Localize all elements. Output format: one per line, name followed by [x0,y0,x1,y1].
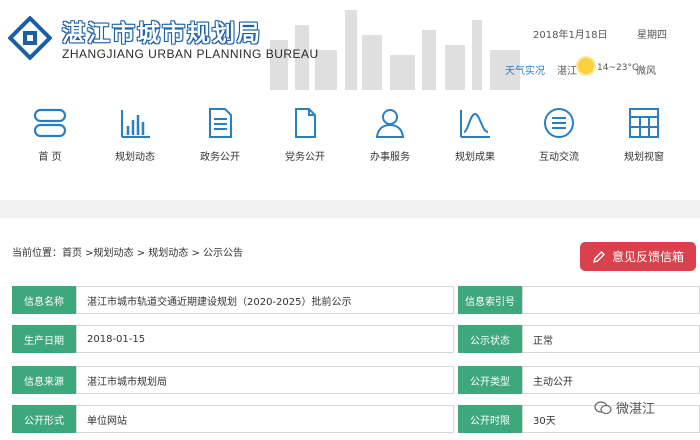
nav-item-services[interactable]: 办事服务 [350,100,430,170]
file-icon [295,108,316,138]
nav-label: 规划动态 [115,152,155,163]
site-title: 湛江市城市规划局 [62,21,262,47]
site-subtitle: ZHANGJIANG URBAN PLANNING BUREAU [62,47,319,61]
nav-item-planning-results[interactable]: 规划成果 [435,100,515,170]
nav-item-planning-news[interactable]: 规划动态 [95,100,175,170]
nav-label: 规划成果 [455,152,495,163]
user-icon [375,109,405,138]
grid-window-icon [629,108,659,138]
nav-item-home[interactable]: 首 页 [10,100,90,170]
weather-wind: 微风 [636,66,656,77]
home-icon [33,108,67,138]
nav-label: 党务公开 [285,152,325,163]
field-label: 信息来源 [12,366,76,394]
nav-label: 办事服务 [370,152,410,163]
field-label: 生产日期 [12,325,76,353]
field-label: 公开类型 [458,366,522,394]
field-label: 公示状态 [458,325,522,353]
nav-item-planning-window[interactable]: 规划视窗 [604,100,684,170]
document-icon [209,108,232,138]
nav-item-interaction[interactable]: 互动交流 [519,100,599,170]
current-date: 2018年1月18日 [533,30,608,41]
nav-label: 规划视窗 [624,152,664,163]
feedback-label: 意见反馈信箱 [611,250,684,264]
feedback-mailbox-button[interactable]: 意见反馈信箱 [580,242,696,271]
watermark-text: 微湛江 [616,402,656,417]
field-value: 主动公开 [522,366,700,394]
weather-label: 天气实况 [505,66,545,77]
table-row: 信息名称 湛江市城市轨道交通近期建设规划（2020-2025）批前公示 信息索引… [12,286,700,314]
field-value [522,286,700,314]
weather-temperature: 14~23°C [597,63,639,73]
field-label: 公开时限 [458,405,522,433]
field-label: 信息索引号 [458,286,522,314]
section-divider [0,200,700,218]
bar-chart-icon [121,110,150,138]
nav-label: 首 页 [38,152,62,163]
wave-chart-icon [460,110,490,138]
nav-item-party-affairs[interactable]: 党务公开 [265,100,345,170]
pencil-icon [592,250,605,263]
nav-label: 互动交流 [539,152,579,163]
site-header: 湛江市城市规划局 ZHANGJIANG URBAN PLANNING BUREA… [0,0,700,90]
field-value: 单位网站 [76,405,454,433]
nav-item-government-affairs[interactable]: 政务公开 [180,100,260,170]
wechat-icon [594,400,612,414]
field-value: 2018-01-15 [76,325,454,353]
field-label: 公开形式 [12,405,76,433]
table-row: 信息来源 湛江市城市规划局 公开类型 主动公开 [12,366,700,394]
field-value: 正常 [522,325,700,353]
field-value: 湛江市城市规划局 [76,366,454,394]
chat-list-icon [544,108,574,138]
field-label: 信息名称 [12,286,76,314]
breadcrumb[interactable]: 当前位置：首页 >规划动态 > 规划动态 > 公示公告 [12,244,243,259]
wechat-watermark: 微湛江 [594,398,655,417]
table-row: 生产日期 2018-01-15 公示状态 正常 [12,325,700,353]
current-weekday: 星期四 [637,30,667,41]
bureau-logo-icon[interactable] [8,16,52,60]
sun-icon [578,58,594,74]
weather-city: 湛江 [557,66,577,77]
field-value: 湛江市城市轨道交通近期建设规划（2020-2025）批前公示 [76,286,454,314]
nav-label: 政务公开 [200,152,240,163]
main-nav: 首 页 规划动态 政务公开 党务公开 办事服务 规划成果 互动交流 规划视窗 [0,100,700,180]
